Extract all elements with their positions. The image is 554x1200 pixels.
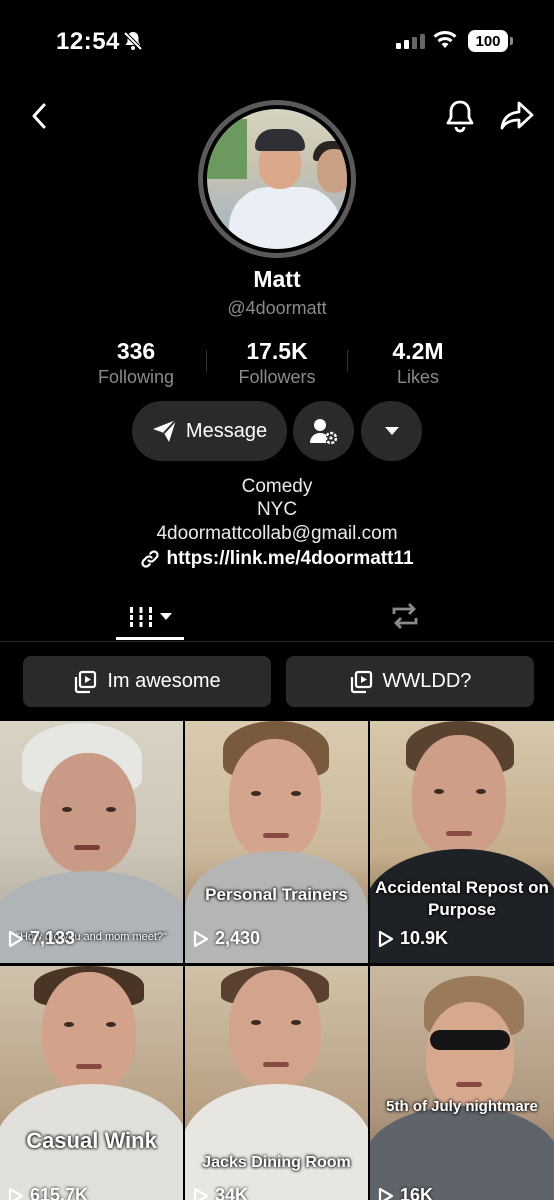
caret-down-icon — [160, 612, 172, 620]
play-icon — [193, 1187, 209, 1200]
follow-settings-button[interactable] — [293, 401, 354, 461]
message-button-label: Message — [185, 419, 268, 442]
link-icon — [141, 550, 160, 568]
play-icon — [8, 930, 24, 947]
playlist-button[interactable]: WWLDD? — [286, 656, 534, 707]
view-count: 16K — [378, 1185, 433, 1200]
chevron-left-icon — [32, 103, 46, 129]
view-count: 7,133 — [8, 928, 75, 949]
status-time: 12:54 — [56, 28, 120, 55]
tab-videos[interactable] — [116, 596, 184, 640]
user-gear-icon — [309, 419, 337, 445]
avatar-photo — [207, 109, 347, 249]
bio-link[interactable]: https://link.me/4doormatt11 — [0, 548, 554, 570]
more-options-button[interactable] — [361, 401, 422, 461]
profile-name: Matt — [253, 266, 301, 292]
stat-label: Likes — [396, 367, 440, 387]
sunglasses — [430, 1030, 510, 1050]
play-icon — [378, 930, 394, 947]
tabs-divider — [0, 641, 554, 642]
play-icon — [193, 930, 209, 947]
share-icon — [500, 101, 534, 130]
message-button[interactable]: Message — [132, 401, 287, 461]
playlist-label: WWLDD? — [382, 670, 472, 692]
video-thumbnail[interactable]: Accidental Repost on Purpose 10.9K — [370, 721, 554, 963]
stat-likes[interactable]: 4.2M Likes — [348, 338, 488, 388]
play-icon — [8, 1187, 24, 1200]
playlist-icon — [75, 670, 97, 693]
repost-icon — [392, 603, 418, 629]
wifi-icon — [432, 30, 458, 55]
video-caption: Jacks Dining Room — [202, 1154, 351, 1171]
status-bar: 12:54 100 — [0, 0, 554, 84]
video-caption: Casual Wink — [26, 1128, 157, 1153]
grid-icon — [128, 606, 154, 627]
view-count: 10.9K — [378, 928, 448, 949]
stat-label: Followers — [238, 367, 316, 387]
video-thumbnail[interactable]: Casual Wink 615.7K — [0, 966, 183, 1200]
stat-value: 17.5K — [246, 338, 308, 364]
back-button[interactable] — [22, 96, 56, 136]
video-thumbnail[interactable]: Jacks Dining Room 34K — [185, 966, 368, 1200]
video-thumbnail[interactable]: 5th of July nightmare 16K — [370, 966, 554, 1200]
view-count: 2,430 — [193, 928, 260, 949]
stat-followers[interactable]: 17.5K Followers — [207, 338, 347, 388]
view-count: 34K — [193, 1185, 248, 1200]
battery-icon: 100 — [468, 30, 513, 52]
video-caption: 5th of July nightmare — [386, 1098, 538, 1115]
playlist-icon — [350, 670, 372, 693]
bell-off-icon — [122, 30, 144, 57]
video-thumbnail[interactable]: Personal Trainers 2,430 — [185, 721, 368, 963]
profile-handle: @4doormatt — [227, 298, 327, 318]
view-count: 615.7K — [8, 1185, 88, 1200]
stat-label: Following — [97, 367, 175, 387]
notifications-button[interactable] — [440, 96, 480, 136]
video-thumbnail[interactable]: "How did you and mom meet?" 7,133 — [0, 721, 183, 963]
bio-line: NYC — [256, 499, 298, 520]
playlist-label: Im awesome — [107, 670, 221, 692]
video-caption: Accidental Repost on Purpose — [375, 878, 549, 919]
avatar[interactable] — [198, 100, 356, 258]
bio-email: 4doormattcollab@gmail.com — [156, 523, 398, 544]
bell-icon — [446, 100, 474, 133]
caret-down-icon — [384, 427, 399, 435]
play-icon — [378, 1187, 394, 1200]
signal-icon — [396, 34, 425, 49]
video-grid: "How did you and mom meet?" 7,133 Person… — [0, 721, 554, 1200]
tab-reposts[interactable] — [380, 596, 430, 636]
send-icon — [152, 419, 177, 442]
video-caption: Personal Trainers — [205, 885, 348, 904]
stat-value: 4.2M — [392, 338, 444, 364]
stat-value: 336 — [116, 338, 156, 364]
bio-link-text: https://link.me/4doormatt11 — [166, 548, 414, 569]
stat-following[interactable]: 336 Following — [66, 338, 206, 388]
playlist-button[interactable]: Im awesome — [23, 656, 271, 707]
share-button[interactable] — [496, 96, 538, 136]
bio-line: Comedy — [241, 476, 313, 497]
